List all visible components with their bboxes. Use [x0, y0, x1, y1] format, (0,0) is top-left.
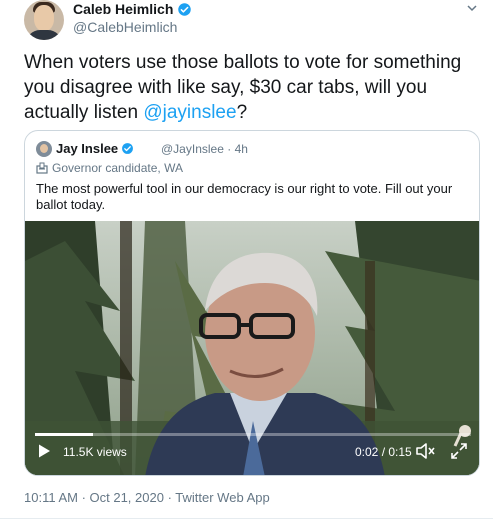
view-count: 11.5K views: [63, 445, 127, 459]
quoted-handle-row: @JayInslee · 4h: [161, 142, 248, 156]
tweet-text-end: ?: [236, 102, 248, 123]
divider: [0, 518, 493, 519]
quoted-handle[interactable]: @JayInslee: [161, 142, 224, 156]
play-icon[interactable]: [36, 443, 52, 459]
mention-link[interactable]: @jayinslee: [143, 102, 236, 123]
quoted-text: The most powerful tool in our democracy …: [36, 181, 453, 212]
author-handle[interactable]: @CalebHeimlich: [73, 19, 177, 35]
tweet-meta: 10:11 AM · Oct 21, 2020 · Twitter Web Ap…: [24, 490, 270, 505]
candidate-label: Governor candidate, WA: [36, 161, 183, 175]
candidate-label-text: Governor candidate, WA: [52, 161, 183, 175]
fullscreen-icon[interactable]: [450, 442, 468, 460]
ballot-box-icon: [36, 162, 48, 174]
video-progress-fill: [35, 433, 93, 436]
quoted-avatar[interactable]: [36, 141, 52, 157]
mute-icon[interactable]: [415, 442, 435, 460]
meta-separator: ·: [163, 490, 176, 505]
author-avatar[interactable]: [24, 0, 64, 40]
verified-icon: [122, 143, 134, 154]
tweet: Caleb Heimlich @CalebHeimlich When voter…: [0, 0, 493, 523]
verified-icon: [178, 2, 192, 16]
author-name-row[interactable]: Caleb Heimlich: [73, 1, 192, 17]
video-frame: [25, 221, 479, 475]
quoted-name[interactable]: Jay Inslee: [56, 141, 118, 156]
video-progress-bar[interactable]: [35, 433, 471, 436]
video-time: 0:02 / 0:15: [355, 445, 412, 459]
quoted-age: · 4h: [227, 142, 248, 156]
source-link[interactable]: Twitter Web App: [175, 490, 269, 505]
chevron-down-icon[interactable]: [466, 2, 478, 14]
video-player[interactable]: 11.5K views 0:02 / 0:15: [25, 221, 479, 475]
timestamp-link[interactable]: 10:11 AM · Oct 21, 2020: [24, 490, 164, 505]
author-name[interactable]: Caleb Heimlich: [73, 1, 173, 17]
quoted-name-row[interactable]: Jay Inslee: [56, 141, 134, 156]
tweet-text: When voters use those ballots to vote fo…: [24, 50, 484, 125]
quoted-tweet[interactable]: Jay Inslee @JayInslee · 4h Governor cand…: [24, 130, 480, 476]
